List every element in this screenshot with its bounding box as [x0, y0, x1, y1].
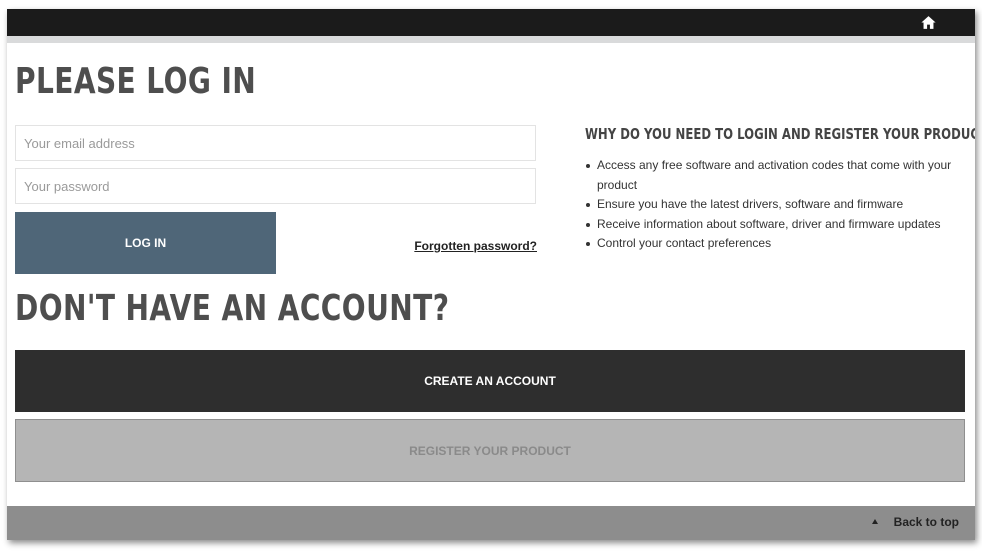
- arrow-up-icon: [871, 519, 878, 524]
- signup-title: DON'T HAVE AN ACCOUNT?: [15, 288, 450, 329]
- top-bar-divider: [7, 36, 975, 43]
- forgot-password-link[interactable]: Forgotten password?: [414, 239, 537, 253]
- register-product-button[interactable]: REGISTER YOUR PRODUCT: [15, 419, 965, 482]
- footer: Back to top: [7, 506, 975, 540]
- back-to-top-label: Back to top: [893, 515, 959, 529]
- info-item: Receive information about software, driv…: [583, 215, 967, 235]
- login-button[interactable]: LOG IN: [15, 212, 276, 274]
- create-account-button[interactable]: CREATE AN ACCOUNT: [15, 350, 965, 412]
- info-item: Ensure you have the latest drivers, soft…: [583, 195, 967, 215]
- info-list: Access any free software and activation …: [583, 156, 967, 254]
- home-icon[interactable]: [920, 14, 937, 31]
- info-title: WHY DO YOU NEED TO LOGIN AND REGISTER YO…: [585, 125, 975, 143]
- info-item: Access any free software and activation …: [583, 156, 967, 195]
- email-field[interactable]: [15, 125, 536, 161]
- info-item: Control your contact preferences: [583, 234, 967, 254]
- password-field[interactable]: [15, 168, 536, 204]
- login-title: PLEASE LOG IN: [15, 61, 257, 102]
- page-frame: PLEASE LOG IN LOG IN Forgotten password?…: [7, 9, 975, 540]
- home-icon-graphic: [921, 16, 936, 29]
- back-to-top-link[interactable]: Back to top: [871, 515, 959, 529]
- top-bar: [7, 9, 975, 36]
